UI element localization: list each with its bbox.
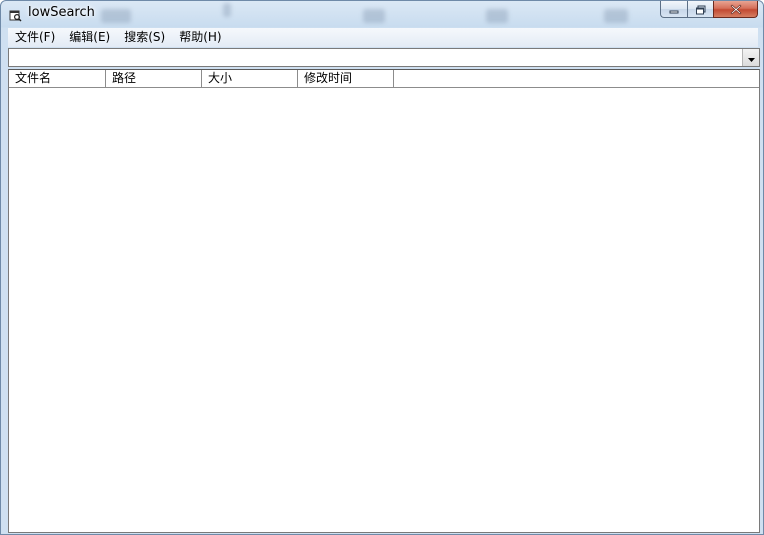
search-combobox[interactable]	[8, 48, 760, 67]
minimize-button[interactable]	[660, 1, 687, 18]
menu-edit[interactable]: 编辑(E)	[62, 28, 117, 47]
chevron-down-icon	[747, 48, 756, 67]
window-title: lowSearch	[28, 5, 95, 20]
column-header-filler	[394, 70, 759, 87]
search-app-icon	[9, 7, 22, 22]
menu-bar: 文件(F) 编辑(E) 搜索(S) 帮助(H)	[8, 28, 758, 47]
list-header: 文件名 路径 大小 修改时间	[9, 70, 759, 88]
restore-icon	[695, 1, 707, 19]
minimize-icon	[669, 1, 680, 19]
caption-buttons	[660, 1, 758, 18]
restore-button[interactable]	[687, 1, 713, 18]
column-header-filename[interactable]: 文件名	[9, 70, 106, 87]
menu-help[interactable]: 帮助(H)	[172, 28, 228, 47]
menu-search[interactable]: 搜索(S)	[117, 28, 172, 47]
close-icon	[730, 1, 742, 19]
column-header-modified-time[interactable]: 修改时间	[298, 70, 394, 87]
app-window: lowSearch 文件(F) 编辑(E) 搜索(S) 帮助(H) 文件名 路径…	[0, 0, 764, 535]
close-button[interactable]	[713, 1, 758, 18]
dropdown-button[interactable]	[742, 49, 759, 66]
title-bar[interactable]: lowSearch	[1, 1, 763, 27]
menu-file[interactable]: 文件(F)	[8, 28, 62, 47]
results-list[interactable]: 文件名 路径 大小 修改时间	[8, 69, 760, 533]
column-header-size[interactable]: 大小	[202, 70, 298, 87]
column-header-path[interactable]: 路径	[106, 70, 202, 87]
list-body[interactable]	[9, 88, 759, 532]
